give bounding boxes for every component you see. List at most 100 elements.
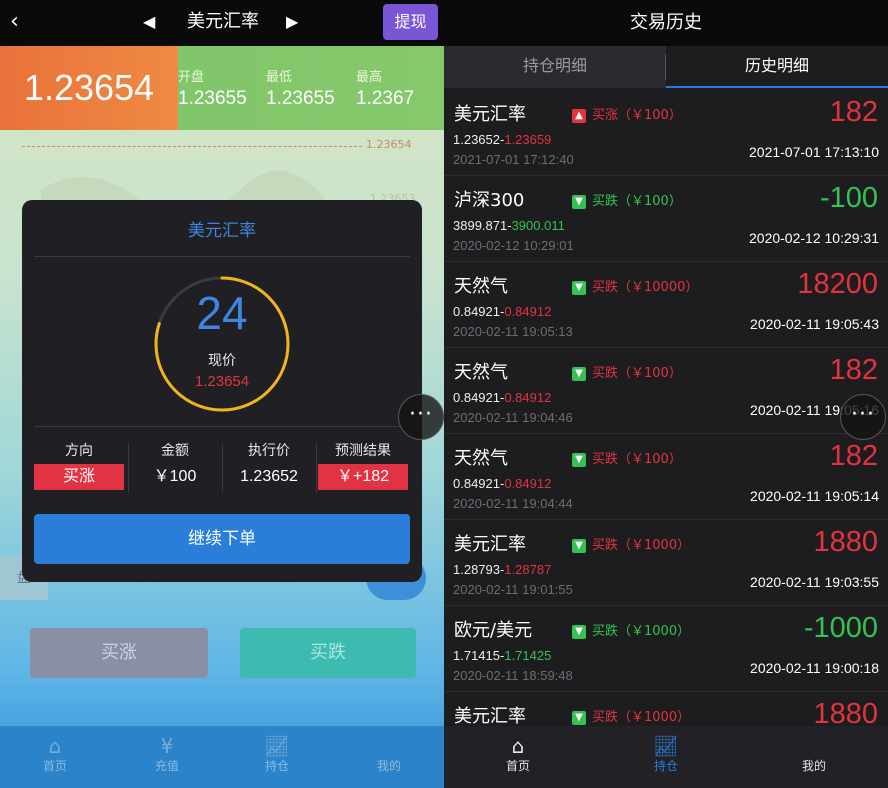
withdraw-button[interactable]: 提现	[383, 4, 438, 40]
chevron-left-icon[interactable]: ‹	[10, 8, 30, 36]
buy-down-button[interactable]: 买跌	[240, 628, 416, 678]
more-options-button[interactable]: ···	[840, 394, 886, 440]
low-label: 最低	[266, 70, 293, 85]
divider	[34, 256, 410, 257]
direction-text: 买跌（￥1000）	[592, 624, 691, 639]
nav-me-label: 我的	[801, 759, 826, 773]
history-row[interactable]: 美元汇率 ▼ 买跌（￥1000） 1.28793-1.28787 2020-02-11 …	[444, 520, 888, 606]
tab-positions[interactable]: 持仓明细	[444, 46, 666, 88]
modal-title: 美元汇率	[188, 221, 256, 241]
nav-home[interactable]: ⌂ 首页	[468, 726, 568, 788]
direction-tag: ▲ 买涨（￥100）	[572, 104, 682, 123]
arrow-down-icon: ▼	[572, 711, 586, 725]
current-price-value: 1.23654	[194, 373, 250, 390]
amount-value: ￥100	[153, 468, 197, 485]
close-time: 2020-02-11 19:05:43	[750, 316, 879, 332]
product-name: 欧元/美元	[454, 620, 533, 641]
open-price: 1.23652	[453, 132, 500, 147]
product-name: 天然气	[454, 362, 508, 383]
divider	[34, 426, 410, 427]
app-screens: ‹ ◀ 美元汇率 ▶ 提现 1.23654 开盘 1.23655 最低 1.23…	[0, 0, 888, 788]
direction-text: 买跌（￥100）	[592, 194, 682, 209]
low-value: 1.23655	[266, 88, 335, 109]
direction-text: 买跌（￥10000）	[592, 280, 699, 295]
nav-me-label: 我的	[376, 759, 401, 773]
high-value: 1.2367	[356, 88, 415, 109]
close-time: 2020-02-11 19:05:14	[750, 488, 879, 504]
price-range: 0.84921-0.84912	[453, 476, 552, 491]
nav-me[interactable]: 我的	[349, 726, 429, 788]
open-price: 3899.871	[453, 218, 508, 233]
history-row[interactable]: 美元汇率 ▲ 买涨（￥100） 1.23652-1.23659 2021-07-01 1…	[444, 90, 888, 176]
open-value: 1.23655	[178, 88, 247, 109]
current-price: 1.23654	[0, 46, 178, 130]
tab-bar: 持仓明细 历史明细	[444, 46, 888, 88]
open-time: 2020-02-12 10:29:01	[453, 238, 574, 253]
nav-recharge[interactable]: ¥ 充值	[127, 726, 207, 788]
current-price-label: 现价	[208, 353, 236, 369]
tab-history[interactable]: 历史明细	[666, 46, 888, 88]
profit-result: -100	[819, 182, 878, 214]
countdown-value: 24	[196, 287, 248, 339]
nav-home[interactable]: ⌂ 首页	[15, 726, 95, 788]
product-name: 泸深300	[454, 190, 525, 211]
history-row[interactable]: 泸深300 ▼ 买跌（￥100） 3899.871-3900.011 2020-02-1…	[444, 176, 888, 262]
amount-header: 金额	[161, 443, 189, 459]
nav-positions[interactable]: 📈︎ 持仓	[616, 726, 716, 788]
history-row[interactable]: 欧元/美元 ▼ 买跌（￥1000） 1.71415-1.71425 2020-02-11…	[444, 606, 888, 692]
open-price: 0.84921	[453, 304, 500, 319]
direction-header: 方向	[65, 443, 93, 459]
history-screen: 交易历史 持仓明细 历史明细 美元汇率 ▲ 买涨（￥100） 1.23652-1.23…	[444, 0, 888, 788]
history-row[interactable]: 天然气 ▼ 买跌（￥100） 0.84921-0.84912 2020-02-11 19…	[444, 348, 888, 434]
arrow-down-icon: ▼	[572, 625, 586, 639]
open-time: 2021-07-01 17:12:40	[453, 152, 574, 167]
close-time: 2020-02-12 10:29:31	[749, 230, 879, 246]
direction-value: 买涨	[34, 464, 124, 490]
close-time: 2020-02-11 19:03:55	[750, 574, 879, 590]
prev-product-button[interactable]: ◀	[143, 10, 155, 34]
profit-result: -1000	[803, 612, 878, 644]
direction-tag: ▼ 买跌（￥100）	[572, 190, 682, 209]
open-price: 1.71415	[453, 648, 500, 663]
current-price-line	[22, 146, 362, 147]
direction-text: 买跌（￥100）	[592, 366, 682, 381]
nav-positions[interactable]: 📈︎ 持仓	[237, 726, 317, 788]
price-range: 0.84921-0.84912	[453, 390, 552, 405]
open-price: 0.84921	[453, 476, 500, 491]
nav-me[interactable]: 我的	[764, 726, 864, 788]
direction-text: 买跌（￥100）	[592, 452, 682, 467]
open-label: 开盘	[178, 70, 205, 85]
nav-home-label: 首页	[42, 759, 67, 773]
price-range: 1.23652-1.23659	[453, 132, 552, 147]
next-product-button[interactable]: ▶	[286, 10, 298, 34]
open-time: 2020-02-11 19:04:44	[453, 496, 573, 511]
history-row[interactable]: 天然气 ▼ 买跌（￥10000） 0.84921-0.84912 2020-02-11 …	[444, 262, 888, 348]
arrow-up-icon: ▲	[572, 109, 586, 123]
buy-up-button[interactable]: 买涨	[30, 628, 208, 678]
close-price: 0.84912	[504, 390, 552, 405]
close-price: 1.71425	[504, 648, 552, 663]
profit-result: 182	[829, 440, 878, 472]
forecast-value: ￥+182	[318, 464, 408, 490]
user-icon	[764, 734, 864, 758]
top-bar: ‹ ◀ 美元汇率 ▶ 提现	[0, 0, 444, 46]
product-name: 美元汇率	[454, 534, 526, 555]
profit-result: 1880	[813, 526, 878, 558]
open-time: 2020-02-11 19:04:46	[453, 410, 573, 425]
nav-positions-label: 持仓	[264, 759, 289, 773]
arrow-down-icon: ▼	[572, 367, 586, 381]
history-row[interactable]: 天然气 ▼ 买跌（￥100） 0.84921-0.84912 2020-02-11 19…	[444, 434, 888, 520]
product-name: 美元汇率	[454, 706, 526, 727]
arrow-down-icon: ▼	[572, 453, 586, 467]
bottom-nav: ⌂ 首页 ¥ 充值 📈︎ 持仓 我的	[0, 726, 444, 788]
continue-order-button[interactable]: 继续下单	[34, 514, 410, 564]
close-price: 3900.011	[511, 218, 565, 233]
direction-tag: ▼ 买跌（￥1000）	[572, 620, 690, 639]
open-time: 2020-02-11 19:01:55	[453, 582, 573, 597]
more-options-button[interactable]: ···	[398, 394, 444, 440]
product-name: 天然气	[454, 448, 508, 469]
price-range: 1.28793-1.28787	[453, 562, 552, 577]
order-result-modal: 美元汇率 24 现价 1.23654 方向 买涨 金额 ￥100 执行价 1.2…	[22, 200, 422, 582]
open-time: 2020-02-11 19:05:13	[453, 324, 573, 339]
price-range: 0.84921-0.84912	[453, 304, 552, 319]
